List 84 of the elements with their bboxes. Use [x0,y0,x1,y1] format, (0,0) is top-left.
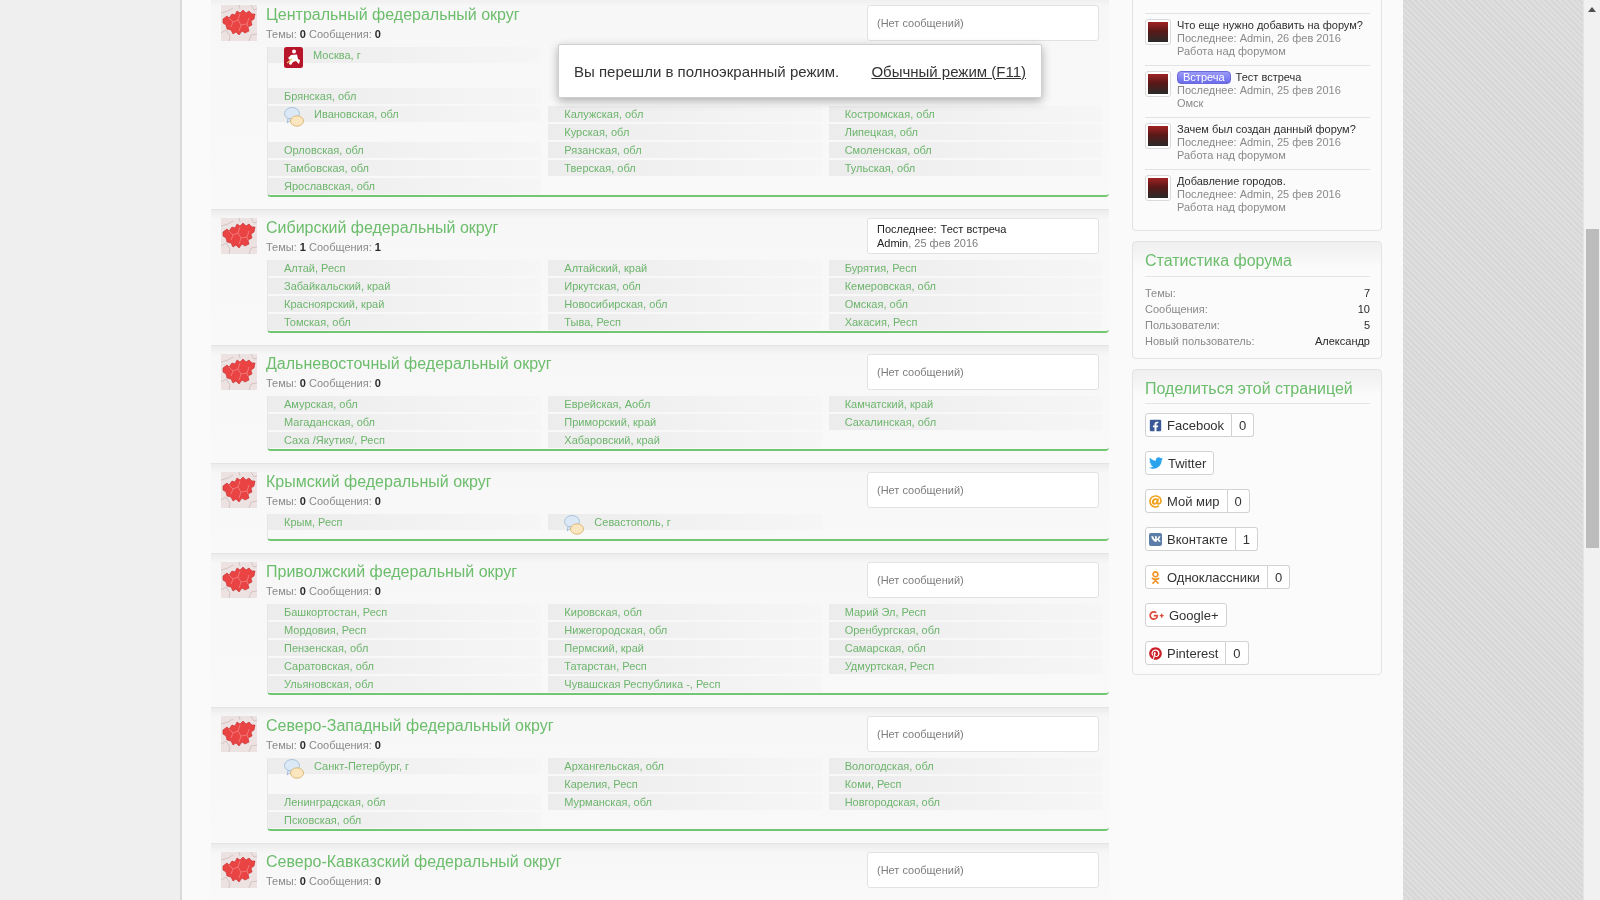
forum-title-link[interactable]: Центральный федеральный округ [266,5,520,25]
forum-title-link[interactable]: Приволжский федеральный округ [266,562,518,582]
stat-value: 5 [1363,318,1370,333]
share-button[interactable]: Вконтакте [1145,527,1236,551]
stat-value: Александр [1314,334,1370,349]
scroll-up-arrow-icon[interactable] [1588,7,1596,12]
forum-stats: Темы: 0 Сообщения: 0 [266,494,382,508]
no-posts-text: (Нет сообщений) [877,16,965,30]
topic-title-link[interactable]: Что еще нужно добавить на форум? [1177,19,1363,32]
share-button[interactable]: Twitter [1145,451,1215,475]
topic-prefix-badge: Встреча [1177,71,1231,84]
forum-title-link[interactable]: Северо-Западный федеральный округ [266,716,554,736]
forum-stats: Темы: 0 Сообщения: 0 [266,376,382,390]
forum-title-link[interactable]: Северо-Кавказский федеральный округ [266,852,562,872]
pinterest-icon [1149,646,1162,660]
stat-label: Новый пользователь: [1145,334,1255,349]
fullscreen-notice-text: Вы перешли в полноэкранный режим. [574,62,840,80]
last-post-info: Последнее: Admin, 26 фев 2016 [1177,32,1342,45]
stat-value: 10 [1357,302,1370,317]
exit-fullscreen-link[interactable]: Обычный режим (F11) [871,62,1026,80]
map-icon [221,5,257,41]
forum-title-link[interactable]: Дальневосточный федеральный округ [266,354,552,374]
scrollbar-thumb[interactable] [1585,229,1599,548]
speech-bubbles-icon [564,514,585,535]
no-posts-text: (Нет сообщений) [877,365,965,379]
share-button[interactable]: Одноклассники [1145,565,1268,589]
at-sign-icon [1149,494,1162,508]
vk-logo-icon [1149,532,1162,546]
forum-name-link[interactable]: Работа над форумом [1177,149,1356,162]
speech-bubbles-icon [284,758,304,779]
forum-stats: Темы: 1 Сообщения: 1 [266,240,382,254]
forum-name-link[interactable]: Омск [1177,97,1341,110]
share-count: 1 [1235,527,1259,551]
share-button[interactable]: Google+ [1145,603,1227,627]
forum-stats: Темы: 0 Сообщения: 0 [266,738,382,752]
scrollbar-track[interactable] [1583,0,1600,900]
no-posts-text: (Нет сообщений) [877,727,965,741]
post-date: , 25 фев 2016 [908,236,979,250]
facebook-icon [1149,418,1162,432]
panel-title: Поделиться этой страницей [1145,380,1370,404]
forum-stats: Темы: 0 Сообщения: 0 [266,27,382,41]
topic-title-link[interactable]: Зачем был создан данный форум? [1177,123,1356,136]
share-count: 0 [1226,641,1249,665]
last-post-label: Последнее: [877,222,937,236]
avatar-image [1145,175,1171,201]
map-icon [221,716,257,752]
forum-title-link[interactable]: Сибирский федеральный округ [266,218,499,238]
topic-title-link[interactable]: Добавление городов. [1177,175,1286,188]
no-posts-text: (Нет сообщений) [877,863,965,877]
coat-of-arms-icon [284,47,303,68]
last-post-info: Последнее: Admin, 25 фев 2016 [1177,84,1341,97]
map-icon [221,354,257,390]
forum-title-link[interactable]: Крымский федеральный округ [266,472,492,492]
map-icon [221,562,257,598]
no-posts-text: (Нет сообщений) [877,483,965,497]
topic-link[interactable]: Тест встреча [940,222,1007,236]
map-icon [221,472,257,508]
no-posts-text: (Нет сообщений) [877,573,965,587]
odnoklassniki-icon [1149,570,1162,584]
avatar-image [1145,71,1171,97]
share-count: 0 [1232,413,1255,437]
stat-label: Темы: [1145,286,1176,301]
map-icon [221,218,257,254]
share-button[interactable]: Facebook [1145,413,1233,437]
share-count: 0 [1227,489,1250,513]
panel-title: Статистика форума [1145,252,1370,277]
last-post-info: Последнее: Admin, 25 фев 2016 [1177,136,1342,149]
stat-label: Сообщения: [1145,302,1208,317]
share-count: 0 [1267,565,1291,589]
avatar-image [1145,123,1171,149]
speech-bubbles-icon [284,106,304,127]
stat-label: Пользователи: [1145,318,1220,333]
map-icon [221,852,257,888]
stat-value: 7 [1363,286,1370,301]
share-button[interactable]: Мой мир [1145,489,1228,513]
last-post-info: Последнее: Admin, 25 фев 2016 [1177,188,1341,201]
topic-title-link[interactable]: Тест встреча [1235,71,1302,84]
avatar-image [1145,19,1171,45]
forum-stats: Темы: 0 Сообщения: 0 [266,584,382,598]
forum-name-link[interactable]: Работа над форумом [1177,201,1341,214]
share-button[interactable]: Pinterest [1145,641,1227,665]
bird-icon [1149,456,1163,470]
forum-name-link[interactable]: Работа над форумом [1177,45,1363,58]
forum-stats: Темы: 0 Сообщения: 0 [266,874,382,888]
